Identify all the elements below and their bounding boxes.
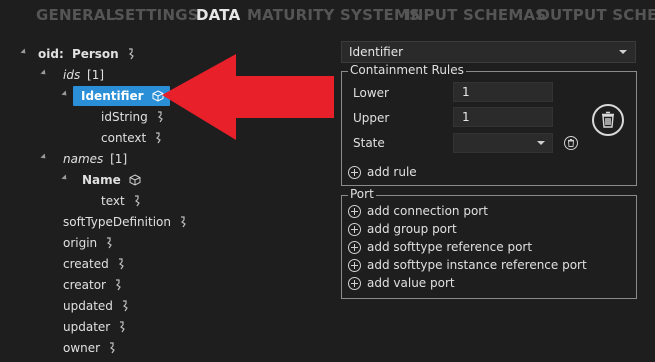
tree-node-origin[interactable]: origin <box>63 233 115 253</box>
context-label: context <box>101 131 147 145</box>
lower-input[interactable]: 1 <box>453 82 553 102</box>
ids-label: ids <box>63 68 81 82</box>
tree-node-context[interactable]: context <box>101 128 164 148</box>
tree-node-names[interactable]: names [1] <box>63 149 127 169</box>
tree-node-created[interactable]: created <box>63 254 127 274</box>
link-icon <box>118 258 124 270</box>
tree-node-creator[interactable]: creator <box>63 275 124 295</box>
add-softtype-instance-reference-port-button[interactable]: add softtype instance reference port <box>367 258 587 272</box>
add-icon[interactable] <box>348 205 361 218</box>
tab-settings[interactable]: SETTINGS <box>114 6 199 24</box>
type-dropdown[interactable]: Identifier <box>341 41 636 63</box>
field-label: creator <box>63 278 106 292</box>
name-label: Name <box>82 173 121 187</box>
idstring-label: idString <box>101 110 148 124</box>
field-label: updated <box>63 299 113 313</box>
tree-node-identifier[interactable]: Identifier <box>73 86 170 106</box>
tab-data[interactable]: DATA <box>196 6 240 24</box>
field-label: updater <box>63 320 111 334</box>
ids-count: [1] <box>87 68 105 82</box>
tree-node-idstring[interactable]: idString <box>101 107 166 127</box>
add-icon[interactable] <box>348 223 361 236</box>
collapse-toggle-icon[interactable] <box>61 174 69 182</box>
link-icon <box>115 279 121 291</box>
root-type: Person <box>71 47 119 61</box>
chevron-down-icon <box>537 141 545 145</box>
state-label: State <box>353 136 385 150</box>
field-label: owner <box>63 341 101 355</box>
names-label: names <box>63 152 104 166</box>
lower-value: 1 <box>462 85 470 99</box>
add-icon[interactable] <box>348 259 361 272</box>
identifier-label: Identifier <box>81 89 144 103</box>
link-icon <box>107 237 112 249</box>
tree-node-softtypedefinition[interactable]: softTypeDefinition <box>63 212 189 232</box>
upper-label: Upper <box>353 111 390 125</box>
trash-icon[interactable] <box>564 136 578 150</box>
link-icon <box>120 321 125 333</box>
add-rule-button[interactable]: add rule <box>367 165 417 179</box>
add-value-port-button[interactable]: add value port <box>367 276 455 290</box>
tree-node-owner[interactable]: owner <box>63 338 118 358</box>
link-icon <box>122 300 128 312</box>
tree-node-updater[interactable]: updater <box>63 317 128 337</box>
tree-node-name[interactable]: Name <box>82 170 141 190</box>
group-title: Containment Rules <box>348 63 466 77</box>
tree-node-ids[interactable]: ids [1] <box>63 65 104 85</box>
chevron-down-icon <box>619 50 627 54</box>
tree-root[interactable]: oid: Person <box>38 44 137 64</box>
tab-bar: GENERAL SETTINGS DATA MATURITY SYSTEMS I… <box>0 0 655 30</box>
collapse-toggle-icon[interactable] <box>61 90 69 98</box>
link-icon <box>134 195 140 207</box>
red-arrow-annotation <box>162 54 334 140</box>
names-count: [1] <box>110 152 128 166</box>
tab-output-schema[interactable]: OUTPUT SCHEMA <box>537 6 655 24</box>
root-label: oid: <box>38 47 64 61</box>
cube-icon <box>129 174 141 186</box>
tree-node-text[interactable]: text <box>101 191 143 211</box>
link-icon <box>128 48 134 60</box>
state-select[interactable] <box>453 133 553 153</box>
collapse-toggle-icon[interactable] <box>20 48 28 56</box>
add-softtype-reference-port-button[interactable]: add softtype reference port <box>367 240 532 254</box>
tab-general[interactable]: GENERAL <box>36 6 115 24</box>
link-icon <box>109 342 115 354</box>
tree-node-updated[interactable]: updated <box>63 296 131 316</box>
tab-maturity-systems[interactable]: MATURITY SYSTEMS <box>247 6 420 24</box>
link-icon <box>180 216 186 228</box>
group-title: Port <box>348 187 376 201</box>
add-rule-icon[interactable] <box>348 166 361 179</box>
collapse-toggle-icon[interactable] <box>40 69 48 77</box>
lower-label: Lower <box>353 86 389 100</box>
field-label: created <box>63 257 109 271</box>
add-icon[interactable] <box>348 277 361 290</box>
add-connection-port-button[interactable]: add connection port <box>367 204 488 218</box>
tab-input-schemas[interactable]: INPUT SCHEMAS <box>405 6 546 24</box>
field-label: origin <box>63 236 98 250</box>
delete-icon[interactable] <box>592 104 624 136</box>
add-group-port-button[interactable]: add group port <box>367 222 457 236</box>
upper-value: 1 <box>462 110 470 124</box>
field-label: softTypeDefinition <box>63 215 171 229</box>
text-label: text <box>101 194 125 208</box>
collapse-toggle-icon[interactable] <box>40 153 48 161</box>
type-dropdown-value: Identifier <box>349 45 404 59</box>
add-icon[interactable] <box>348 241 361 254</box>
upper-input[interactable]: 1 <box>453 107 553 127</box>
